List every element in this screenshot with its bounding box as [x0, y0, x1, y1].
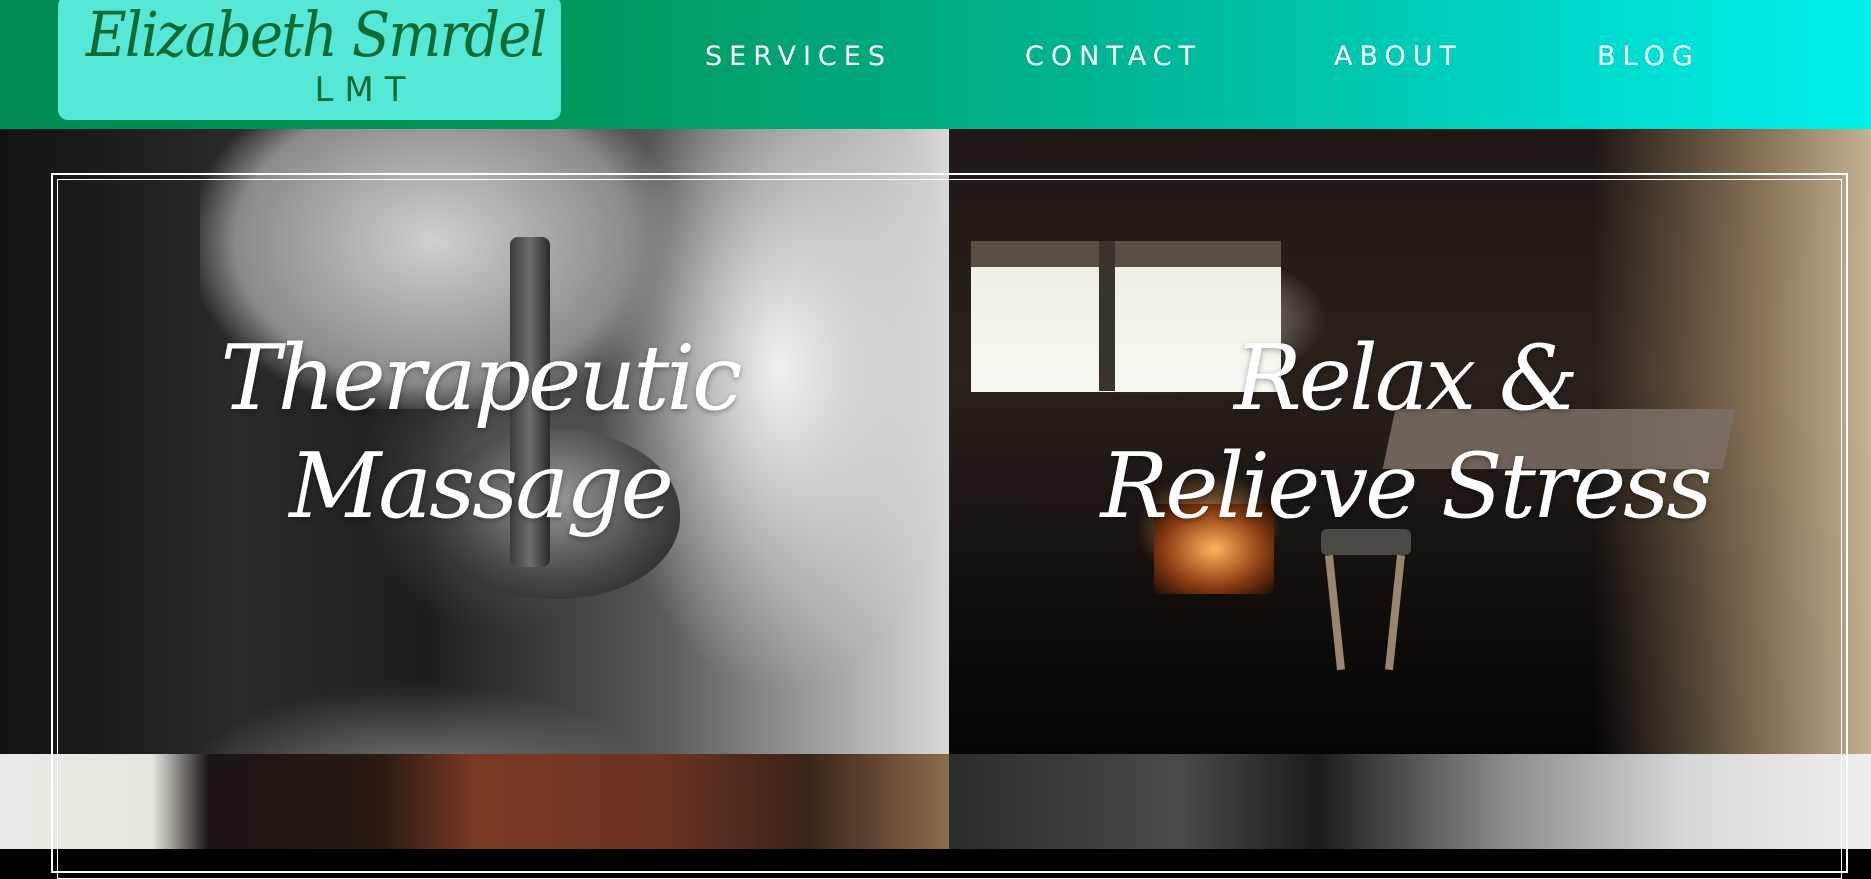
nav-blog-link[interactable]: BLOG [1597, 41, 1700, 72]
nav-services-link[interactable]: SERVICES [705, 41, 892, 72]
site-header: Elizabeth Smrdel LMT SERVICES CONTACT AB… [0, 0, 1871, 129]
caption-line: Relieve Stress [1100, 434, 1712, 539]
bottom-left-photo-tile[interactable] [0, 754, 949, 849]
site-logo[interactable]: Elizabeth Smrdel LMT [58, 0, 561, 120]
caption-line: Relax & [1234, 326, 1579, 431]
caption-line: Therapeutic [220, 326, 742, 431]
bottom-right-photo-tile[interactable] [949, 754, 1871, 849]
relax-relieve-stress-caption[interactable]: Relax & Relieve Stress [1055, 325, 1755, 541]
nav-contact-link[interactable]: CONTACT [1025, 41, 1202, 72]
nav-about-link[interactable]: ABOUT [1334, 41, 1463, 72]
stool-leg-image [1385, 554, 1405, 671]
therapeutic-massage-caption[interactable]: Therapeutic Massage [130, 325, 830, 541]
stool-leg-image [1325, 554, 1345, 671]
logo-credential: LMT [314, 70, 417, 110]
logo-name: Elizabeth Smrdel [86, 0, 547, 71]
caption-line: Massage [289, 434, 674, 539]
